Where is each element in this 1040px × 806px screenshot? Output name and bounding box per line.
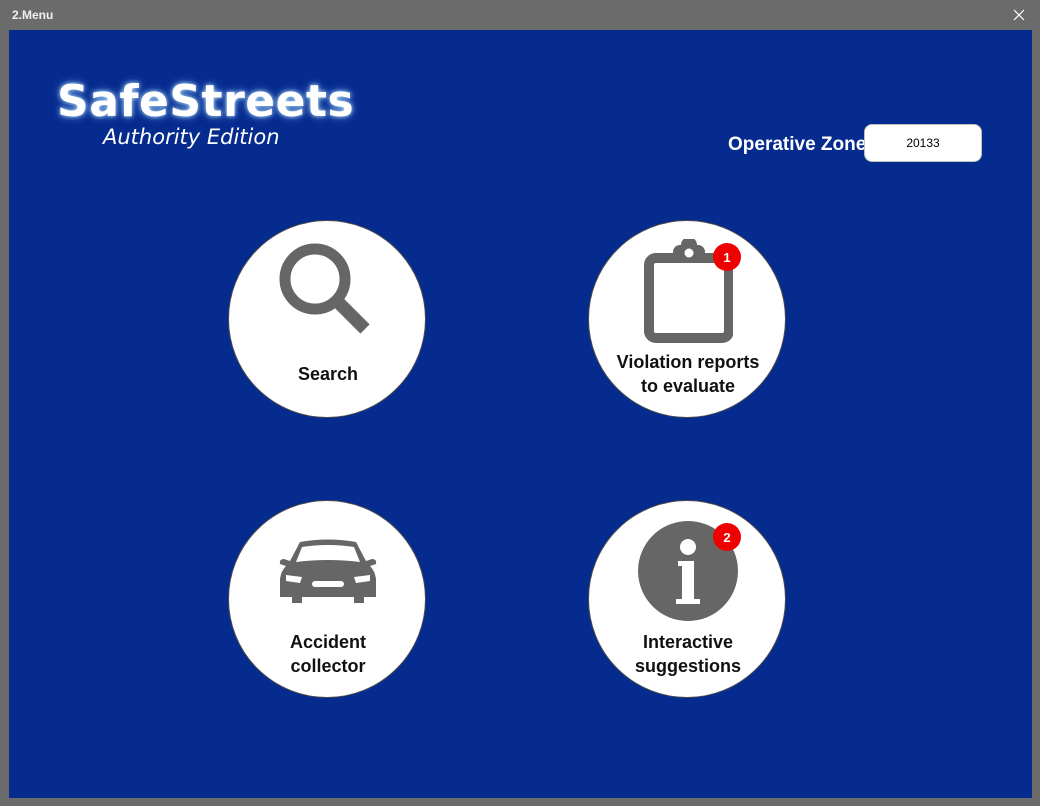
window-title: 2.Menu (12, 8, 54, 22)
operative-zone-input[interactable] (864, 124, 982, 162)
main-panel: SafeStreets Authority Edition Operative … (9, 30, 1032, 798)
interactive-suggestions-label-line1: Interactive (642, 632, 734, 652)
violations-badge: 1 (713, 243, 741, 271)
search-label: Search (297, 364, 359, 384)
title-bar: 2.Menu (0, 0, 1040, 30)
accident-collector-label-line2: collector (290, 656, 366, 676)
suggestions-badge: 2 (713, 523, 741, 551)
interactive-suggestions-label-line2: suggestions (634, 656, 741, 676)
car-icon (279, 539, 377, 603)
app-logo: SafeStreets (57, 76, 355, 127)
violation-reports-label-line1: Violation reports (616, 352, 760, 372)
accident-collector-label-line1: Accident (289, 632, 367, 652)
operative-zone-label: Operative Zone (728, 134, 867, 155)
violation-reports-button[interactable]: 1 Violation reports to evaluate (588, 220, 786, 418)
close-button[interactable] (1008, 4, 1030, 26)
interactive-suggestions-button[interactable]: 2 Interactive suggestions (588, 500, 786, 698)
app-edition: Authority Edition (103, 125, 280, 149)
accident-collector-button[interactable]: Accident collector (228, 500, 426, 698)
search-button[interactable]: Search (228, 220, 426, 418)
close-icon (1013, 9, 1025, 21)
search-icon (279, 243, 370, 334)
violation-reports-label-line2: to evaluate (640, 376, 736, 396)
